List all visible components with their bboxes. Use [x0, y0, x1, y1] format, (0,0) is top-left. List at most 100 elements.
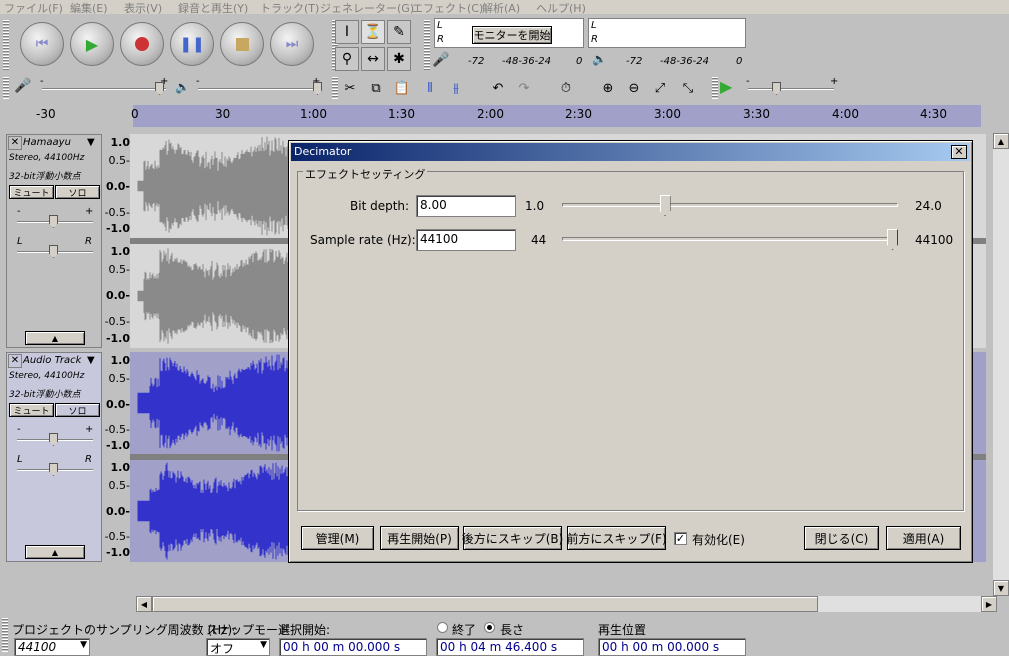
- track-close-icon[interactable]: ✕: [8, 136, 22, 150]
- enable-label[interactable]: 有効化(E): [692, 531, 745, 548]
- track-name[interactable]: Audio Track: [23, 355, 81, 366]
- sample-rate-slider[interactable]: [562, 237, 898, 241]
- collapse-track-button[interactable]: ▲: [25, 331, 85, 345]
- skip-start-button[interactable]: ⏮: [20, 22, 64, 66]
- track-name[interactable]: Hamaayu: [23, 137, 71, 148]
- track-menu-chevron-down-icon[interactable]: ▼: [87, 355, 95, 366]
- end-label[interactable]: 終了: [452, 621, 476, 638]
- gain-plus: +: [85, 424, 94, 435]
- gain-thumb[interactable]: [49, 215, 58, 228]
- scroll-down-button[interactable]: ▼: [993, 580, 1009, 596]
- record-volume-thumb[interactable]: [155, 82, 164, 95]
- draw-tool-icon[interactable]: ✎: [387, 20, 411, 44]
- track-menu-chevron-down-icon[interactable]: ▼: [87, 137, 95, 148]
- sync-lock-icon[interactable]: ⏱: [554, 76, 578, 100]
- pan-thumb[interactable]: [49, 463, 58, 476]
- scroll-left-button[interactable]: ◀: [136, 596, 152, 612]
- chevron-down-icon: ▼: [260, 640, 267, 650]
- toolbar-grip[interactable]: [3, 77, 9, 99]
- fit-project-icon[interactable]: ⤡: [676, 76, 700, 100]
- play-speed-slider[interactable]: [748, 88, 834, 90]
- playback-meter-left-label: L: [591, 20, 597, 31]
- scale-label: -0.5-: [104, 315, 130, 328]
- play-speed-thumb[interactable]: [772, 82, 781, 95]
- length-field[interactable]: 00 h 04 m 46.400 s: [436, 638, 584, 656]
- multi-tool-icon[interactable]: ✱: [387, 47, 411, 71]
- play-icon: ▶: [85, 34, 99, 54]
- scale-label: 1.0: [110, 461, 131, 474]
- speaker-icon: 🔈: [175, 80, 190, 94]
- mute-button[interactable]: ミュート: [9, 403, 54, 417]
- stop-button[interactable]: [220, 22, 264, 66]
- redo-icon[interactable]: ↷: [512, 76, 536, 100]
- preview-button[interactable]: 再生開始(P): [380, 526, 459, 550]
- envelope-tool-icon[interactable]: ⏳: [361, 20, 385, 44]
- timeline-ruler[interactable]: -30 0 30 1:00 1:30 2:00 2:30 3:00 3:30 4…: [0, 103, 1009, 129]
- decimator-dialog: Decimator ✕ エフェクトセッティング Bit depth: 8.00 …: [288, 140, 973, 563]
- play-button[interactable]: ▶: [70, 22, 114, 66]
- paste-icon[interactable]: 📋: [390, 76, 414, 100]
- scale-label: 1.0: [110, 136, 131, 149]
- playback-volume-slider[interactable]: [198, 88, 322, 90]
- manage-button[interactable]: 管理(M): [301, 526, 374, 550]
- mute-button[interactable]: ミュート: [9, 185, 54, 199]
- length-label[interactable]: 長さ: [500, 621, 524, 638]
- bit-depth-input[interactable]: 8.00: [416, 195, 516, 217]
- collapse-track-button[interactable]: ▲: [25, 545, 85, 559]
- play-at-speed-icon[interactable]: ▶: [720, 77, 732, 96]
- speaker-icon[interactable]: 🔈: [592, 52, 607, 66]
- bit-depth-slider[interactable]: [562, 203, 898, 207]
- skip-backward-button[interactable]: 後方にスキップ(B): [462, 526, 563, 550]
- rec-volume-minus: -: [40, 76, 44, 87]
- zoom-tool-icon[interactable]: ⚲: [335, 47, 359, 71]
- sample-rate-min: 44: [531, 233, 547, 247]
- toolbar-grip[interactable]: [712, 77, 718, 99]
- track-close-icon[interactable]: ✕: [8, 354, 22, 368]
- zoom-out-icon[interactable]: ⊖: [622, 76, 646, 100]
- toolbar-grip[interactable]: [2, 618, 8, 652]
- pause-button[interactable]: ❚❚: [170, 22, 214, 66]
- playback-volume-thumb[interactable]: [313, 82, 322, 95]
- horizontal-scrollbar[interactable]: ◀ ▶: [136, 596, 997, 612]
- silence-icon[interactable]: ⫵: [444, 76, 468, 100]
- mic-icon[interactable]: 🎤: [432, 52, 449, 68]
- vertical-scrollbar[interactable]: ▲ ▼: [993, 133, 1009, 596]
- pan-thumb[interactable]: [49, 245, 58, 258]
- dialog-title-bar[interactable]: Decimator ✕: [291, 143, 970, 161]
- track-format: Stereo, 44100Hz: [9, 153, 85, 163]
- horizontal-scroll-thumb[interactable]: [152, 596, 818, 612]
- solo-button[interactable]: ソロ: [55, 403, 100, 417]
- timeshift-tool-icon[interactable]: ↔: [361, 47, 385, 71]
- record-volume-slider[interactable]: [42, 88, 166, 90]
- length-radio[interactable]: [484, 622, 495, 633]
- selection-tool-icon[interactable]: I: [335, 20, 359, 44]
- copy-icon[interactable]: ⧉: [364, 76, 388, 100]
- trim-icon[interactable]: ⫴: [418, 76, 442, 100]
- audio-position-field[interactable]: 00 h 00 m 00.000 s: [598, 638, 746, 656]
- dialog-close-icon[interactable]: ✕: [951, 145, 967, 159]
- project-rate-select[interactable]: 44100 ▼: [14, 638, 90, 656]
- scroll-right-button[interactable]: ▶: [981, 596, 997, 612]
- sample-rate-input[interactable]: 44100: [416, 229, 516, 251]
- selection-start-field[interactable]: 00 h 00 m 00.000 s: [279, 638, 427, 656]
- playback-meter[interactable]: L R: [588, 18, 746, 48]
- toolbar-grip[interactable]: [3, 20, 9, 70]
- start-monitoring-button[interactable]: モニターを開始: [472, 26, 552, 44]
- fit-selection-icon[interactable]: ⤢: [648, 76, 672, 100]
- solo-button[interactable]: ソロ: [55, 185, 100, 199]
- apply-button[interactable]: 適用(A): [886, 526, 961, 550]
- sample-rate-label: Sample rate (Hz):: [310, 233, 416, 247]
- enable-checkbox[interactable]: ✓: [674, 532, 687, 545]
- zoom-in-icon[interactable]: ⊕: [596, 76, 620, 100]
- close-button[interactable]: 閉じる(C): [804, 526, 879, 550]
- gain-thumb[interactable]: [49, 433, 58, 446]
- record-button[interactable]: [120, 22, 164, 66]
- undo-icon[interactable]: ↶: [486, 76, 510, 100]
- snap-mode-select[interactable]: オフ ▼: [206, 638, 270, 656]
- toolbar-grip[interactable]: [424, 20, 430, 70]
- cut-icon[interactable]: ✂: [338, 76, 362, 100]
- end-radio[interactable]: [437, 622, 448, 633]
- skip-end-button[interactable]: ⏭: [270, 22, 314, 66]
- scroll-up-button[interactable]: ▲: [993, 133, 1009, 149]
- skip-forward-button[interactable]: 前方にスキップ(F): [566, 526, 667, 550]
